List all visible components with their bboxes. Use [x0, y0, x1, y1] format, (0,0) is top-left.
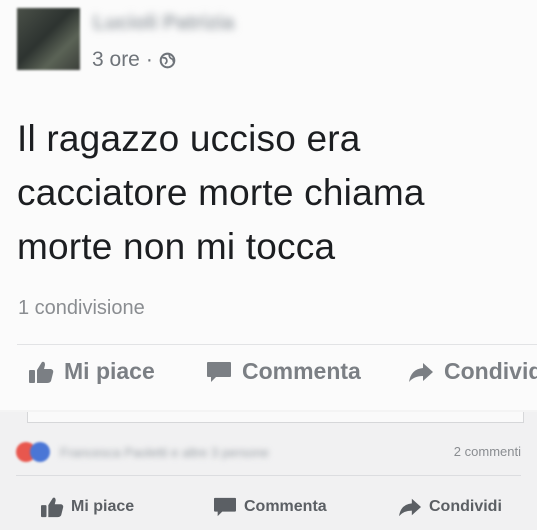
divider [16, 475, 521, 476]
post-actions: Mi piace Commenta Condividi [0, 358, 537, 394]
share-button-bottom[interactable]: Condividi [398, 496, 502, 518]
post-meta: 3 ore · [92, 48, 176, 72]
globe-icon [159, 52, 176, 68]
like-button-bottom[interactable]: Mi piace [40, 496, 134, 518]
like-reaction-icon [30, 442, 50, 462]
like-button[interactable]: Mi piace [28, 358, 155, 385]
comments-count[interactable]: 2 commenti [454, 444, 521, 459]
lower-post-section: Francesca Paoletti e altre 3 persone 2 c… [0, 412, 537, 530]
share-arrow-icon [399, 498, 421, 517]
author-name[interactable]: Lucioli Patrizia [93, 12, 234, 35]
share-label-bottom: Condividi [429, 498, 502, 515]
reactions-names: Francesca Paoletti e altre 3 persone [60, 444, 269, 460]
share-button[interactable]: Condividi [408, 358, 537, 385]
comment-icon [214, 497, 236, 517]
reactions-summary[interactable]: Francesca Paoletti e altre 3 persone [16, 442, 269, 462]
post-text: Il ragazzo ucciso era cacciatore morte c… [17, 118, 425, 267]
card-edge [27, 412, 524, 423]
share-arrow-icon [409, 362, 433, 382]
author-avatar[interactable] [17, 8, 80, 70]
post-time[interactable]: 3 ore [92, 48, 140, 72]
divider [17, 344, 537, 345]
facebook-post: Lucioli Patrizia 3 ore · Il ragazzo ucci… [0, 0, 537, 410]
comment-label: Commenta [242, 358, 361, 384]
like-label-bottom: Mi piace [71, 498, 135, 515]
comment-button-bottom[interactable]: Commenta [213, 496, 327, 518]
like-label: Mi piace [64, 358, 155, 384]
thumbs-up-icon [41, 497, 64, 518]
meta-separator: · [145, 48, 153, 71]
share-label: Condividi [444, 358, 537, 384]
thumbs-up-icon [29, 361, 54, 383]
comment-label-bottom: Commenta [244, 498, 327, 515]
shares-count[interactable]: 1 condivisione [18, 297, 145, 320]
comment-icon [207, 361, 231, 382]
comment-button[interactable]: Commenta [206, 358, 361, 385]
post-actions-bottom: Mi piace Commenta Condividi [0, 496, 537, 522]
